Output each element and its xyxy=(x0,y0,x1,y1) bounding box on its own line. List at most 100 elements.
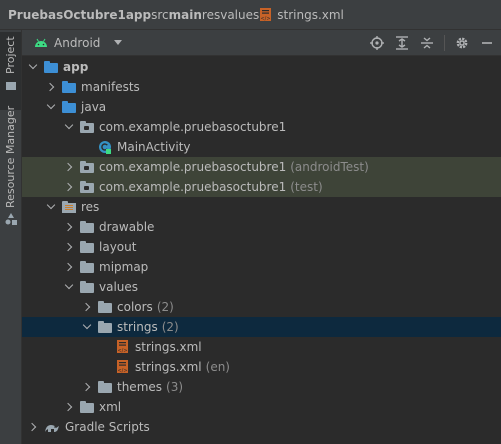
project-tool-tab[interactable]: Project xyxy=(0,32,21,110)
tree-node[interactable]: </> strings.xml (en) xyxy=(22,357,501,377)
chevron-right-icon[interactable] xyxy=(46,82,56,92)
chevron-right-icon[interactable] xyxy=(64,162,74,172)
breadcrumb-item[interactable]: PruebasOctubre1 xyxy=(8,8,126,22)
folder-icon xyxy=(98,300,112,313)
gradle-icon xyxy=(44,420,60,434)
chevron-down-icon[interactable] xyxy=(46,102,56,112)
chevron-right-icon[interactable] xyxy=(64,402,74,412)
tree-node[interactable]: </> strings.xml xyxy=(22,337,501,357)
chevron-down-icon[interactable] xyxy=(64,282,74,292)
gear-icon[interactable] xyxy=(454,35,470,51)
breadcrumb-label: PruebasOctubre1 xyxy=(8,7,126,22)
resource-manager-tab-label: Resource Manager xyxy=(4,105,17,208)
tree-node[interactable]: mipmap xyxy=(22,257,501,277)
folder-icon xyxy=(80,240,94,253)
tree-node[interactable]: strings (2) xyxy=(22,317,501,337)
expand-all-icon[interactable] xyxy=(394,35,410,51)
breadcrumb-label: src xyxy=(151,7,169,22)
tree-node-label: colors xyxy=(117,300,153,314)
tree-node[interactable]: themes (3) xyxy=(22,377,501,397)
breadcrumb-item[interactable]: res xyxy=(202,8,220,22)
breadcrumb-label: values xyxy=(220,7,260,22)
folder-icon xyxy=(98,320,112,333)
breadcrumb-item[interactable]: values xyxy=(220,8,259,22)
tree-node[interactable]: manifests xyxy=(22,77,501,97)
tree-node[interactable]: values xyxy=(22,277,501,297)
chevron-down-icon[interactable] xyxy=(28,62,38,72)
folder-icon xyxy=(98,380,112,393)
module-folder-icon xyxy=(44,60,58,73)
tree-node[interactable]: Gradle Scripts xyxy=(22,417,501,437)
breadcrumb-label: app xyxy=(125,7,152,22)
tree-node[interactable]: com.example.pruebasoctubre1 xyxy=(22,117,501,137)
chevron-right-icon[interactable] xyxy=(82,382,92,392)
tree-node[interactable]: res xyxy=(22,197,501,217)
package-icon xyxy=(80,160,94,173)
tree-node[interactable]: com.example.pruebasoctubre1 (androidTest) xyxy=(22,157,501,177)
resource-manager-tool-tab[interactable]: Resource Manager xyxy=(0,106,21,232)
chevron-right-icon[interactable] xyxy=(64,182,74,192)
breadcrumb-item[interactable]: main xyxy=(169,8,202,22)
locate-icon[interactable] xyxy=(369,35,385,51)
tree-node-suffix: (test) xyxy=(290,180,323,194)
package-icon xyxy=(80,180,94,193)
breadcrumb-item[interactable]: src xyxy=(151,8,169,22)
tree-node-label: Gradle Scripts xyxy=(65,420,150,434)
resource-manager-icon xyxy=(5,213,17,225)
tree-node-label: res xyxy=(81,200,100,214)
tree-node-suffix: (3) xyxy=(166,380,184,394)
chevron-right-icon[interactable] xyxy=(64,242,74,252)
breadcrumb-item[interactable]: app xyxy=(126,8,151,22)
svg-text:</>: </> xyxy=(117,348,127,354)
tree-node[interactable]: xml xyxy=(22,397,501,417)
svg-text:</>: </> xyxy=(261,16,271,22)
folder-icon xyxy=(80,220,94,233)
chevron-right-icon[interactable] xyxy=(64,222,74,232)
android-icon xyxy=(35,38,47,47)
chevron-right-icon[interactable] xyxy=(82,302,92,312)
tree-node-label: strings.xml xyxy=(135,360,202,374)
tree-node[interactable]: layout xyxy=(22,237,501,257)
chevron-down-icon[interactable] xyxy=(64,122,74,132)
tree-node-label: com.example.pruebasoctubre1 xyxy=(99,180,287,194)
tree-node[interactable]: MainActivity xyxy=(22,137,501,157)
chevron-right-icon[interactable] xyxy=(64,262,74,272)
folder-icon xyxy=(6,82,16,90)
tree-node[interactable]: java xyxy=(22,97,501,117)
tree-node-label: strings xyxy=(117,320,158,334)
tree-node-label: manifests xyxy=(81,80,140,94)
breadcrumb-item[interactable]: </> strings.xml xyxy=(259,7,344,22)
activity-class-icon xyxy=(98,140,112,154)
minimize-icon[interactable] xyxy=(479,35,495,51)
package-icon xyxy=(80,120,94,133)
tree-node-label: MainActivity xyxy=(117,140,191,154)
chevron-down-icon[interactable] xyxy=(82,322,92,332)
tree-node-label: themes xyxy=(117,380,163,394)
tree-node-suffix: (2) xyxy=(161,320,179,334)
chevron-down-icon[interactable] xyxy=(46,202,56,212)
project-tab-label: Project xyxy=(4,36,17,74)
folder-icon xyxy=(80,280,94,293)
toolbar-divider xyxy=(444,35,445,51)
tree-node-label: layout xyxy=(99,240,137,254)
tree-node-suffix: (2) xyxy=(156,300,174,314)
xml-file-icon: </> xyxy=(116,360,130,374)
chevron-down-icon xyxy=(114,40,123,45)
res-folder-icon xyxy=(62,200,76,213)
view-selector[interactable]: Android xyxy=(22,36,123,50)
tree-node-suffix: (en) xyxy=(205,360,230,374)
tree-node[interactable]: drawable xyxy=(22,217,501,237)
tree-node-label: mipmap xyxy=(99,260,149,274)
folder-icon xyxy=(80,260,94,273)
breadcrumb-label: main xyxy=(168,7,202,22)
breadcrumb-label: res xyxy=(201,7,221,22)
folder-icon xyxy=(80,400,94,413)
tree-node[interactable]: app xyxy=(22,57,501,77)
svg-text:</>: </> xyxy=(117,368,127,374)
chevron-right-icon[interactable] xyxy=(28,422,38,432)
tree-node-label: strings.xml xyxy=(135,340,202,354)
tree-node[interactable]: com.example.pruebasoctubre1 (test) xyxy=(22,177,501,197)
tree-node[interactable]: colors (2) xyxy=(22,297,501,317)
project-toolbar: Android xyxy=(22,30,501,56)
collapse-all-icon[interactable] xyxy=(419,35,435,51)
